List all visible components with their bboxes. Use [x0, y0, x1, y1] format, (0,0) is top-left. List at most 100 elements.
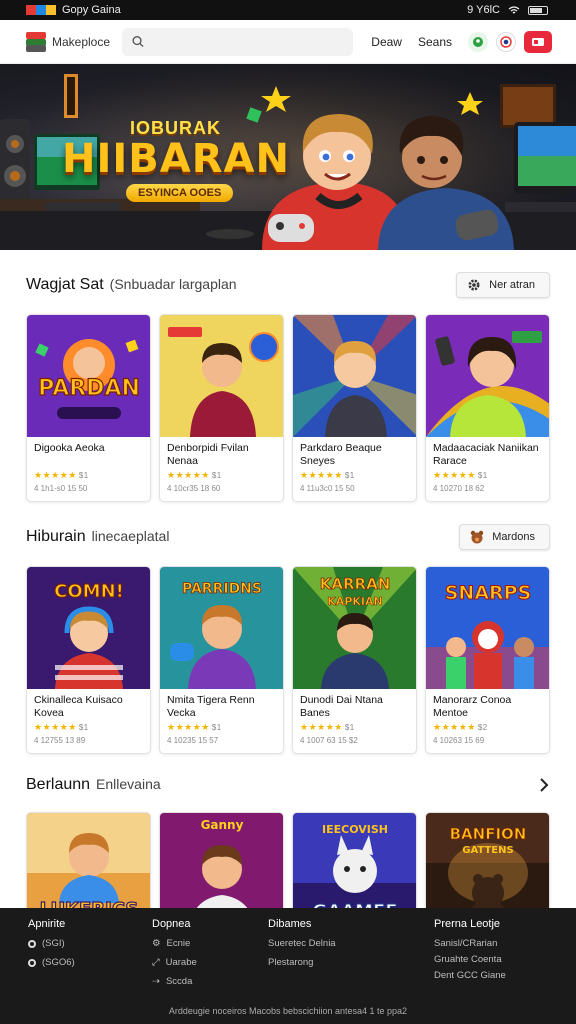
- game-card[interactable]: KARRAN KAPKIAN Dunodi Dai Ntana Banes ★★…: [292, 566, 417, 754]
- game-thumbnail: KARRAN KAPKIAN: [293, 567, 416, 689]
- hero-title: HIIBARAN: [62, 136, 290, 182]
- footer-link[interactable]: Sanisl/CRarian: [434, 938, 506, 949]
- profile-icon[interactable]: [496, 31, 516, 52]
- thumb-text: PARDAN: [38, 376, 140, 401]
- nav-link-2[interactable]: Seans: [418, 35, 452, 49]
- radio-icon: [28, 939, 36, 948]
- footer-link[interactable]: Plestarong: [268, 957, 336, 968]
- footer-link[interactable]: ⤢ Uarabe: [152, 957, 197, 968]
- gear-icon: [468, 279, 480, 291]
- marketplace-logo-icon: [26, 31, 46, 52]
- svg-text:BANFION: BANFION: [450, 825, 527, 843]
- footer-heading: Prerna Leotje: [434, 918, 501, 930]
- location-icon[interactable]: [468, 31, 488, 52]
- thumb-text: SNARPS: [445, 582, 532, 604]
- section-title-text: Hiburain: [26, 528, 86, 545]
- svg-text:KAPKIAN: KAPKIAN: [327, 595, 382, 608]
- cart-button[interactable]: [524, 30, 552, 53]
- status-time: 9 Y6lC: [467, 4, 500, 16]
- nav-link-1[interactable]: Deaw: [371, 35, 402, 49]
- footer-link[interactable]: Sueretec Delnia: [268, 938, 336, 949]
- game-card[interactable]: PARRIDNS Nmita Tigera Renn Vecka ★★★★★ $1…: [159, 566, 284, 754]
- chevron-right-icon[interactable]: [538, 778, 550, 792]
- game-thumbnail: COMN!: [27, 567, 150, 689]
- footer-link[interactable]: ⇢ Sccda: [152, 976, 197, 987]
- brand[interactable]: Makeploce: [26, 31, 122, 52]
- footer-heading: Apnirite: [28, 918, 66, 930]
- section-featured: Wagjat Sat (Snbuadar largaplan Ner atran …: [0, 270, 576, 502]
- section-action-label: Ner atran: [489, 279, 535, 291]
- rating-stars: ★★★★★ $1: [34, 470, 89, 480]
- svg-text:IEECOVISH: IEECOVISH: [322, 823, 388, 836]
- game-thumbnail: [426, 315, 549, 437]
- status-bar: Gopy Gaina 9 Y6lC: [0, 0, 576, 20]
- bear-icon: [471, 530, 484, 544]
- brand-name: Makeploce: [52, 34, 111, 49]
- footer-col-1: Apnirite (SGI) (SGO6): [28, 918, 75, 976]
- card-meta: 4 10cr35 18 60: [167, 484, 221, 493]
- game-thumbnail: [160, 315, 283, 437]
- footer-col-3: Dibames Sueretec Delnia Plestarong: [268, 918, 336, 976]
- footer-link[interactable]: Dent GCC Giane: [434, 970, 506, 981]
- gear-icon: ⚙: [152, 938, 161, 949]
- game-card[interactable]: COMN! Ckinalleca Kuisaco Kovea ★★★★★ $1 4…: [26, 566, 151, 754]
- section-subtitle: linecaeplatal: [91, 528, 170, 544]
- status-carrier: Gopy Gaina: [62, 4, 121, 16]
- rating-stars: ★★★★★ $1: [433, 470, 488, 480]
- thumb-text: Ganny: [201, 818, 244, 832]
- card-title: Denborpidi Fvilan Nenaa: [167, 442, 249, 467]
- footer-heading: Dibames: [268, 918, 312, 930]
- thumb-text: COMN!: [54, 581, 124, 602]
- expand-icon: ⤢: [152, 957, 160, 968]
- search-input[interactable]: [149, 34, 354, 49]
- card-meta: 4 10235 15 57: [167, 736, 219, 745]
- game-card[interactable]: Parkdaro Beaque Sneyes ★★★★★ $1 4 11u3c0 …: [292, 314, 417, 502]
- footer-col-2: Dopnea ⚙ Ecnie ⤢ Uarabe ⇢ Sccda: [152, 918, 197, 995]
- search-bar[interactable]: [122, 27, 354, 56]
- battery-icon: [528, 5, 548, 15]
- footer-col-4: Prerna Leotje Sanisl/CRarian Gruahte Coe…: [434, 918, 506, 986]
- section-title-text: Wagjat Sat: [26, 276, 104, 293]
- footer-copyright: Arddeugie noceiros Macobs bebscichiion a…: [168, 1006, 408, 1016]
- game-card[interactable]: Madaacaciak Naniikan Rarace ★★★★★ $1 4 10…: [425, 314, 550, 502]
- rating-stars: ★★★★★ $1: [167, 722, 222, 732]
- wifi-icon: [508, 5, 520, 13]
- footer-heading: Dopnea: [152, 918, 191, 930]
- top-bar: Makeploce Deaw Seans: [0, 20, 576, 64]
- card-meta: 4 10263 15 69: [433, 736, 485, 745]
- hero-badge[interactable]: ESYINCA OOES: [126, 184, 234, 202]
- section-action-button[interactable]: Mardons: [459, 524, 550, 550]
- footer-link[interactable]: (SGI): [28, 938, 75, 949]
- rating-stars: ★★★★★ $1: [300, 470, 355, 480]
- card-meta: 4 10270 18 62: [433, 484, 485, 493]
- card-meta: 4 1007 63 15 $2: [300, 736, 358, 745]
- footer-link[interactable]: Gruahte Coenta: [434, 954, 506, 965]
- footer-link[interactable]: ⚙ Ecnie: [152, 938, 197, 949]
- section-title: Berlaunn Enllevaina: [26, 776, 161, 794]
- section-subtitle: (Snbuadar largaplan: [109, 276, 237, 292]
- section-entertainment: Hiburain linecaeplatal Mardons COMN! Ckin…: [0, 522, 576, 754]
- rating-stars: ★★★★★ $1: [167, 470, 222, 480]
- game-card[interactable]: PARDAN Digooka Aeoka ★★★★★ $1 4 1h1-s0 15…: [26, 314, 151, 502]
- card-title: Ckinalleca Kuisaco Kovea: [34, 694, 123, 719]
- card-meta: 4 11u3c0 15 50: [300, 484, 355, 493]
- section-title: Hiburain linecaeplatal: [26, 528, 169, 546]
- game-thumbnail: PARDAN: [27, 315, 150, 437]
- card-meta: 4 1h1-s0 15 50: [34, 484, 88, 493]
- rating-stars: ★★★★★ $2: [433, 722, 488, 732]
- game-card[interactable]: SNARPS Manorarz Conoa Mentoe ★★★★★ $2 4 1…: [425, 566, 550, 754]
- carrier-logo-icon: [26, 5, 56, 15]
- footer-link[interactable]: (SGO6): [28, 957, 75, 968]
- section-action-button[interactable]: Ner atran: [456, 272, 550, 298]
- game-card[interactable]: Denborpidi Fvilan Nenaa ★★★★★ $1 4 10cr35…: [159, 314, 284, 502]
- card-title: Parkdaro Beaque Sneyes: [300, 442, 382, 467]
- svg-text:KARRAN: KARRAN: [320, 575, 391, 593]
- card-title: Dunodi Dai Ntana Banes: [300, 694, 383, 719]
- share-icon: ⇢: [152, 976, 160, 987]
- card-meta: 4 12755 13 89: [34, 736, 86, 745]
- game-thumbnail: [293, 315, 416, 437]
- card-title: Nmita Tigera Renn Vecka: [167, 694, 255, 719]
- radio-icon: [28, 958, 36, 967]
- game-thumbnail: SNARPS: [426, 567, 549, 689]
- hero-banner[interactable]: IOBURAK HIIBARAN ESYINCA OOES: [0, 64, 576, 250]
